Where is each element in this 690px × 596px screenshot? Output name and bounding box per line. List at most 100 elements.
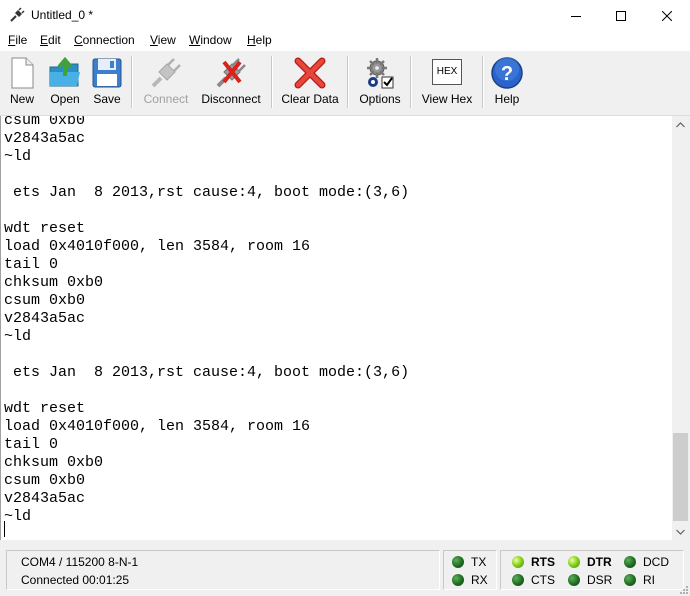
terminal-line: v2843a5ac xyxy=(4,490,86,507)
menu-connection[interactable]: Connection xyxy=(74,33,135,47)
save-button[interactable]: Save xyxy=(88,51,126,113)
open-button[interactable]: Open xyxy=(44,51,86,113)
new-button[interactable]: New xyxy=(4,51,40,113)
terminal-output[interactable]: csum 0xb0 v2843a5ac ~ld ets Jan 8 2013,rst… xyxy=(0,116,673,540)
new-document-icon xyxy=(11,57,34,89)
scroll-thumb[interactable] xyxy=(673,433,688,521)
terminal-line: ~ld xyxy=(4,148,32,165)
toolbar-separator xyxy=(347,56,349,108)
svg-text:?: ? xyxy=(501,63,513,85)
dsr-label: DSR xyxy=(587,573,613,587)
save-floppy-icon xyxy=(92,58,122,88)
scroll-down-arrow-icon xyxy=(676,529,685,535)
help-question-icon: ? xyxy=(491,57,523,89)
cts-led xyxy=(512,574,524,586)
maximize-icon xyxy=(616,10,626,21)
disconnect-button[interactable]: Disconnect xyxy=(198,51,264,113)
toolbar-separator xyxy=(271,56,273,108)
terminal-line: csum 0xb0 xyxy=(4,116,86,129)
connection-info-panel: COM4 / 115200 8-N-1 Connected 00:01:25 xyxy=(6,550,440,590)
rx-led xyxy=(452,574,464,586)
menu-file[interactable]: File xyxy=(8,33,27,47)
text-cursor xyxy=(4,521,5,537)
terminal-line: wdt reset xyxy=(4,400,86,417)
tx-label: TX xyxy=(471,555,487,569)
terminal-line: ets Jan 8 2013,rst cause:4, boot mode:(3… xyxy=(4,184,410,201)
resize-grip-icon[interactable] xyxy=(678,584,688,594)
rts-led[interactable] xyxy=(512,556,524,568)
help-button[interactable]: ? Help xyxy=(488,51,526,113)
menu-help[interactable]: Help xyxy=(247,33,272,47)
toolbar-separator xyxy=(482,56,484,108)
rts-label: RTS xyxy=(531,555,555,569)
connect-label: Connect xyxy=(143,92,189,106)
close-button[interactable] xyxy=(644,0,690,31)
terminal-line: csum 0xb0 xyxy=(4,472,86,489)
menu-window[interactable]: Window xyxy=(189,33,232,47)
open-folder-icon xyxy=(49,56,80,87)
rx-label: RX xyxy=(471,573,488,587)
title-bar: Untitled_0 * xyxy=(0,0,690,31)
signals-panel: RTS CTS DTR DSR DCD RI xyxy=(500,550,684,590)
maximize-button[interactable] xyxy=(598,0,644,31)
terminal-line: load 0x4010f000, len 3584, room 16 xyxy=(4,418,311,435)
view-hex-label: View Hex xyxy=(421,92,473,106)
port-settings: COM4 / 115200 8-N-1 xyxy=(21,555,139,569)
toolbar: New Open Save Connect Disconnect Clear D… xyxy=(0,51,690,116)
ri-led xyxy=(624,574,636,586)
menu-view[interactable]: View xyxy=(150,33,176,47)
vertical-scrollbar[interactable] xyxy=(672,116,689,540)
dcd-led xyxy=(624,556,636,568)
window-title: Untitled_0 * xyxy=(31,8,94,22)
close-icon xyxy=(662,10,672,21)
terminal-line: ~ld xyxy=(4,328,32,345)
scroll-up-button[interactable] xyxy=(672,116,689,133)
dcd-label: DCD xyxy=(643,555,669,569)
menu-edit[interactable]: Edit xyxy=(40,33,61,47)
terminal-line: tail 0 xyxy=(4,256,59,273)
tx-led xyxy=(452,556,464,568)
options-gears-icon xyxy=(367,58,394,89)
connect-button[interactable]: Connect xyxy=(138,51,194,113)
terminal-line: v2843a5ac xyxy=(4,310,86,327)
clear-data-button[interactable]: Clear Data xyxy=(280,51,340,113)
terminal-line: tail 0 xyxy=(4,436,59,453)
terminal-line: ~ld xyxy=(4,508,32,525)
terminal-line: v2843a5ac xyxy=(4,130,86,147)
scroll-down-button[interactable] xyxy=(672,523,689,540)
terminal-line: wdt reset xyxy=(4,220,86,237)
open-label: Open xyxy=(50,92,80,106)
cts-label: CTS xyxy=(531,573,555,587)
txrx-panel: TX RX xyxy=(443,550,497,590)
terminal-text: csum 0xb0 v2843a5ac ~ld ets Jan 8 2013,rst… xyxy=(4,116,409,526)
disconnect-plug-icon xyxy=(216,58,246,88)
new-label: New xyxy=(9,92,34,106)
options-label: Options xyxy=(359,92,401,106)
dtr-label: DTR xyxy=(587,555,612,569)
options-button[interactable]: Options xyxy=(355,51,405,113)
app-plug-icon xyxy=(10,7,25,22)
toolbar-separator xyxy=(131,56,133,108)
terminal-line: load 0x4010f000, len 3584, room 16 xyxy=(4,238,311,255)
hex-icon: HEX xyxy=(432,59,462,85)
ri-label: RI xyxy=(643,573,655,587)
minimize-button[interactable] xyxy=(553,0,599,31)
terminal-line: chksum 0xb0 xyxy=(4,274,104,291)
dsr-led xyxy=(568,574,580,586)
menu-bar: File Edit Connection View Window Help xyxy=(0,31,690,51)
help-label: Help xyxy=(494,92,520,106)
minimize-icon xyxy=(571,15,581,17)
terminal-line: csum 0xb0 xyxy=(4,292,86,309)
status-bar: COM4 / 115200 8-N-1 Connected 00:01:25 T… xyxy=(0,544,690,596)
terminal-line: chksum 0xb0 xyxy=(4,454,104,471)
scroll-up-arrow-icon xyxy=(676,121,685,127)
save-label: Save xyxy=(93,92,121,106)
terminal-line: ets Jan 8 2013,rst cause:4, boot mode:(3… xyxy=(4,364,410,381)
dtr-led[interactable] xyxy=(568,556,580,568)
view-hex-button[interactable]: HEX View Hex xyxy=(418,51,476,113)
clear-x-icon xyxy=(294,57,326,89)
